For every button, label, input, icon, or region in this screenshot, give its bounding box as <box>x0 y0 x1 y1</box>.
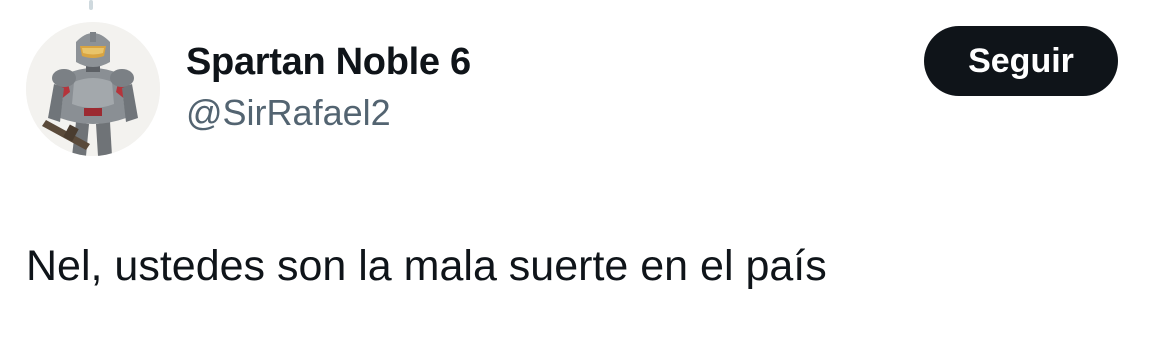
author-display-name[interactable]: Spartan Noble 6 <box>186 38 471 86</box>
tweet-text: Nel, ustedes son la mala suerte en el pa… <box>26 242 827 290</box>
author-handle[interactable]: @SirRafael2 <box>186 90 471 136</box>
thread-connector-line <box>89 0 93 10</box>
follow-button[interactable]: Seguir <box>924 26 1118 96</box>
author-identity: Spartan Noble 6 @SirRafael2 <box>186 38 471 136</box>
avatar[interactable] <box>26 22 160 156</box>
spartan-armor-avatar-icon <box>26 22 160 156</box>
